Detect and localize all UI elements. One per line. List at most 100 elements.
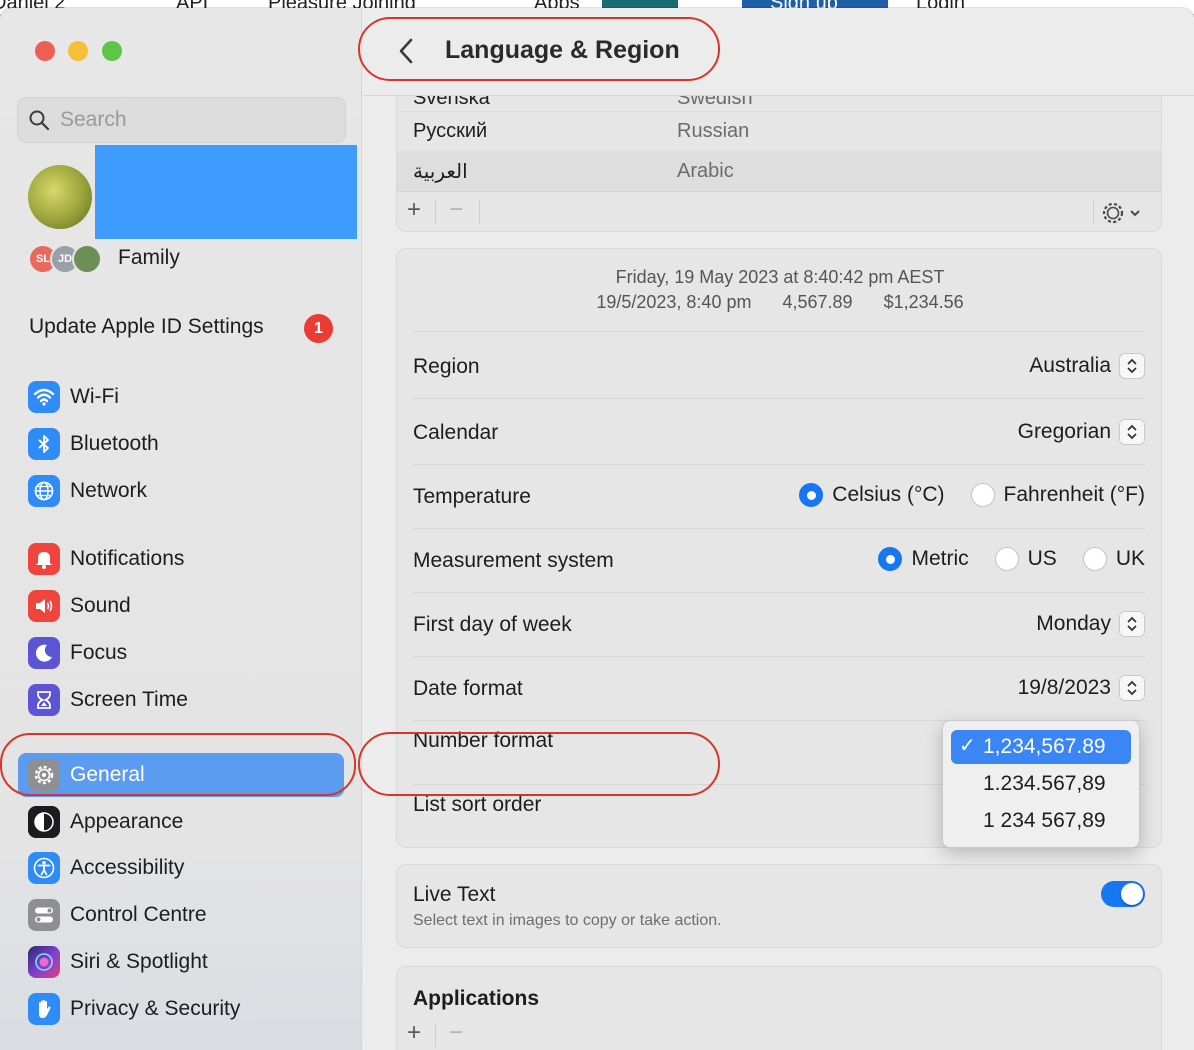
first-day-label: First day of week xyxy=(413,613,572,636)
first-day-row: First day of week Monday xyxy=(413,593,1145,657)
add-application-button[interactable]: + xyxy=(407,1021,421,1045)
measurement-row: Measurement system Metric US UK xyxy=(413,529,1145,593)
sidebar-item-label: Notifications xyxy=(70,547,185,570)
close-window-button[interactable] xyxy=(35,41,55,61)
radio-dot xyxy=(878,547,903,571)
family-avatars[interactable]: SL JD xyxy=(28,244,108,276)
sidebar-item-label: Siri & Spotlight xyxy=(70,950,208,973)
family-label[interactable]: Family xyxy=(118,246,180,270)
temperature-radio-group: Celsius (°C) Fahrenheit (°F) xyxy=(773,483,1145,507)
sidebar-item-control-centre[interactable]: Control Centre xyxy=(18,893,344,937)
radio-label: Fahrenheit (°F) xyxy=(1003,483,1145,506)
number-preview: 4,567.89 xyxy=(782,292,853,312)
sidebar-item-label: Appearance xyxy=(70,810,184,833)
region-popup[interactable]: Australia xyxy=(1029,353,1145,379)
language-native-name: العربية xyxy=(413,160,468,183)
sidebar-item-bluetooth[interactable]: Bluetooth xyxy=(18,422,344,466)
sidebar-item-label: Sound xyxy=(70,594,131,617)
back-chevron-icon[interactable] xyxy=(395,36,417,66)
sidebar-item-sound[interactable]: Sound xyxy=(18,584,344,628)
search-icon xyxy=(29,110,50,131)
sidebar-item-wifi[interactable]: Wi-Fi xyxy=(18,375,344,419)
language-native-name: Русский xyxy=(413,120,488,142)
toolbar-divider xyxy=(1093,200,1094,224)
applications-panel: Applications + − xyxy=(396,966,1162,1050)
date-preview: Friday, 19 May 2023 at 8:40:42 pm AEST xyxy=(615,267,945,287)
minimize-window-button[interactable] xyxy=(68,41,88,61)
first-day-value: Monday xyxy=(1036,612,1111,635)
gear-icon xyxy=(28,759,60,791)
sidebar: Search SL JD Family Update Apple ID Sett… xyxy=(0,8,362,1050)
measurement-label: Measurement system xyxy=(413,549,614,572)
option-label: 1.234.567,89 xyxy=(983,772,1106,795)
sidebar-item-accessibility[interactable]: Accessibility xyxy=(18,846,344,890)
sidebar-item-screen-time[interactable]: Screen Time xyxy=(18,678,344,722)
language-actions-menu[interactable] xyxy=(1101,201,1142,225)
temperature-row: Temperature Celsius (°C) Fahrenheit (°F) xyxy=(413,465,1145,529)
checkmark-icon: ✓ xyxy=(959,735,976,757)
first-day-popup[interactable]: Monday xyxy=(1036,611,1145,637)
sidebar-item-label: General xyxy=(70,763,145,786)
radio-label: Metric xyxy=(911,547,969,570)
update-badge: 1 xyxy=(304,314,333,343)
sidebar-item-label: Privacy & Security xyxy=(70,997,241,1020)
sidebar-item-network[interactable]: Network xyxy=(18,469,344,513)
update-apple-id-settings[interactable]: Update Apple ID Settings xyxy=(29,315,264,339)
date-format-popup[interactable]: 19/8/2023 xyxy=(1018,675,1145,701)
speaker-icon xyxy=(28,590,60,622)
radio-dot xyxy=(994,547,1019,571)
toolbar-divider xyxy=(435,1023,436,1047)
live-text-toggle[interactable] xyxy=(1101,881,1145,907)
sidebar-item-appearance[interactable]: Appearance xyxy=(18,800,344,844)
apple-id-avatar[interactable] xyxy=(28,165,92,229)
redacted-account-name xyxy=(95,145,357,239)
format-preview: 19/5/2023, 8:40 pm 4,567.89 $1,234.56 xyxy=(397,292,1163,313)
celsius-radio[interactable]: Celsius (°C) xyxy=(799,483,945,507)
radio-dot xyxy=(970,483,995,507)
sidebar-item-privacy-security[interactable]: Privacy & Security xyxy=(18,987,344,1031)
zoom-window-button[interactable] xyxy=(102,41,122,61)
radio-dot xyxy=(1082,547,1107,571)
add-language-button[interactable]: + xyxy=(407,198,421,222)
fahrenheit-radio[interactable]: Fahrenheit (°F) xyxy=(970,483,1145,507)
calendar-value: Gregorian xyxy=(1017,420,1111,443)
sidebar-item-notifications[interactable]: Notifications xyxy=(18,537,344,581)
wifi-icon xyxy=(28,381,60,413)
radio-label: US xyxy=(1027,547,1057,570)
region-label: Region xyxy=(413,355,480,378)
remove-application-button[interactable]: − xyxy=(449,1021,463,1045)
date-format-value: 19/8/2023 xyxy=(1017,676,1111,699)
uk-radio[interactable]: UK xyxy=(1082,547,1145,571)
number-format-option[interactable]: 1.234.567,89 xyxy=(951,767,1131,801)
search-field[interactable]: Search xyxy=(17,97,346,143)
number-format-option[interactable]: ✓ 1,234,567.89 xyxy=(951,730,1131,764)
language-english-name: Russian xyxy=(677,120,750,142)
bell-icon xyxy=(28,543,60,575)
chevron-down-icon xyxy=(1130,210,1140,217)
language-row[interactable]: العربية Arabic xyxy=(397,151,1161,191)
sidebar-item-general[interactable]: General xyxy=(18,753,344,797)
hourglass-icon xyxy=(28,684,60,716)
region-value: Australia xyxy=(1029,354,1111,377)
metric-radio[interactable]: Metric xyxy=(878,547,969,571)
number-format-option[interactable]: 1 234 567,89 xyxy=(951,804,1131,838)
calendar-label: Calendar xyxy=(413,421,499,444)
remove-language-button[interactable]: − xyxy=(449,198,463,222)
sidebar-item-label: Focus xyxy=(70,641,128,664)
list-sort-label: List sort order xyxy=(413,793,542,816)
moon-icon xyxy=(28,637,60,669)
sidebar-item-focus[interactable]: Focus xyxy=(18,631,344,675)
sidebar-item-siri-spotlight[interactable]: Siri & Spotlight xyxy=(18,940,344,984)
live-text-subtitle: Select text in images to copy or take ac… xyxy=(413,912,722,929)
gear-icon xyxy=(1102,202,1124,224)
date-format-row: Date format 19/8/2023 xyxy=(413,657,1145,721)
language-row[interactable]: Русский Russian xyxy=(397,111,1161,151)
sidebar-item-label: Network xyxy=(70,479,148,502)
hand-icon xyxy=(28,993,60,1025)
us-radio[interactable]: US xyxy=(994,547,1057,571)
option-label: 1 234 567,89 xyxy=(983,809,1106,832)
measurement-radio-group: Metric US UK xyxy=(852,547,1145,571)
calendar-popup[interactable]: Gregorian xyxy=(1018,419,1145,445)
siri-icon xyxy=(28,946,60,978)
number-format-menu: ✓ 1,234,567.89 1.234.567,89 1 234 567,89 xyxy=(942,720,1140,848)
